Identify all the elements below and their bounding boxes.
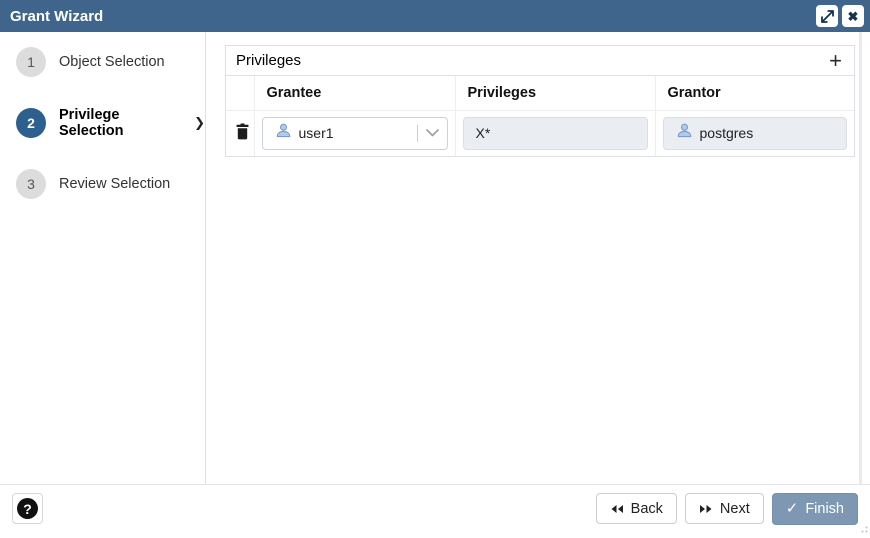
help-button[interactable]: ? [12, 493, 43, 524]
titlebar-buttons: ✖ [816, 5, 864, 27]
privileges-field[interactable]: X* [463, 117, 648, 150]
maximize-button[interactable] [816, 5, 838, 27]
table-row: user1 [226, 110, 854, 156]
trash-icon [235, 123, 250, 140]
step-2-badge: 2 [16, 108, 46, 138]
privileges-panel: Privileges + Grantee Privileges [225, 45, 855, 157]
close-button[interactable]: ✖ [842, 5, 864, 27]
column-header-delete [226, 76, 254, 110]
step-1-label: Object Selection [59, 54, 165, 70]
privileges-table-header-row: Grantee Privileges Grantor [226, 76, 854, 110]
back-button-label: Back [631, 501, 663, 517]
finish-button[interactable]: ✓ Finish [772, 493, 858, 525]
resize-grip-icon[interactable] [858, 520, 868, 530]
footer-actions: Back Next ✓ Finish [596, 493, 858, 525]
close-icon: ✖ [848, 10, 859, 23]
privileges-panel-title: Privileges [236, 52, 301, 69]
grantee-value: user1 [299, 125, 334, 141]
back-button[interactable]: Back [596, 493, 677, 524]
window-title: Grant Wizard [10, 8, 103, 25]
privileges-panel-header: Privileges + [226, 46, 854, 76]
chevron-down-icon [426, 129, 439, 137]
privilege-selection-page: Privileges + Grantee Privileges [206, 32, 870, 484]
grantee-select[interactable]: user1 [262, 117, 448, 150]
next-button[interactable]: Next [685, 493, 764, 524]
select-divider [417, 125, 418, 142]
chevron-right-icon: ❯ [194, 115, 205, 131]
next-button-label: Next [720, 501, 750, 517]
check-icon: ✓ [786, 501, 799, 516]
dialog-footer: ? Back Next [0, 484, 870, 532]
scrollbar-track[interactable] [859, 32, 862, 484]
next-icon [699, 504, 713, 514]
column-header-privileges: Privileges [455, 76, 655, 110]
step-3-badge: 3 [16, 169, 46, 199]
user-icon [676, 122, 693, 144]
privileges-table: Grantee Privileges Grantor [226, 76, 854, 156]
wizard-steps-sidebar: 1 Object Selection 2 Privilege Selection… [0, 32, 206, 484]
plus-icon: + [829, 48, 842, 73]
titlebar: Grant Wizard ✖ [0, 0, 870, 32]
step-2-label: Privilege Selection [59, 107, 185, 139]
column-header-grantee: Grantee [254, 76, 455, 110]
step-1-badge: 1 [16, 47, 46, 77]
privileges-value: X* [476, 125, 491, 141]
grant-wizard-dialog: Grant Wizard ✖ 1 Object Selection 2 [0, 0, 870, 532]
delete-row-button[interactable] [233, 121, 252, 142]
finish-button-label: Finish [805, 501, 844, 517]
step-3-label: Review Selection [59, 176, 170, 192]
column-header-grantor: Grantor [655, 76, 854, 110]
dialog-body: 1 Object Selection 2 Privilege Selection… [0, 32, 870, 484]
add-privilege-button[interactable]: + [827, 50, 844, 72]
expand-icon [821, 10, 834, 23]
grantor-value: postgres [700, 125, 754, 141]
step-object-selection[interactable]: 1 Object Selection [0, 47, 205, 77]
help-icon: ? [17, 498, 38, 519]
user-icon [275, 122, 292, 144]
step-review-selection[interactable]: 3 Review Selection [0, 169, 205, 199]
grantor-field[interactable]: postgres [663, 117, 848, 150]
step-privilege-selection[interactable]: 2 Privilege Selection ❯ [0, 108, 205, 138]
back-icon [610, 504, 624, 514]
